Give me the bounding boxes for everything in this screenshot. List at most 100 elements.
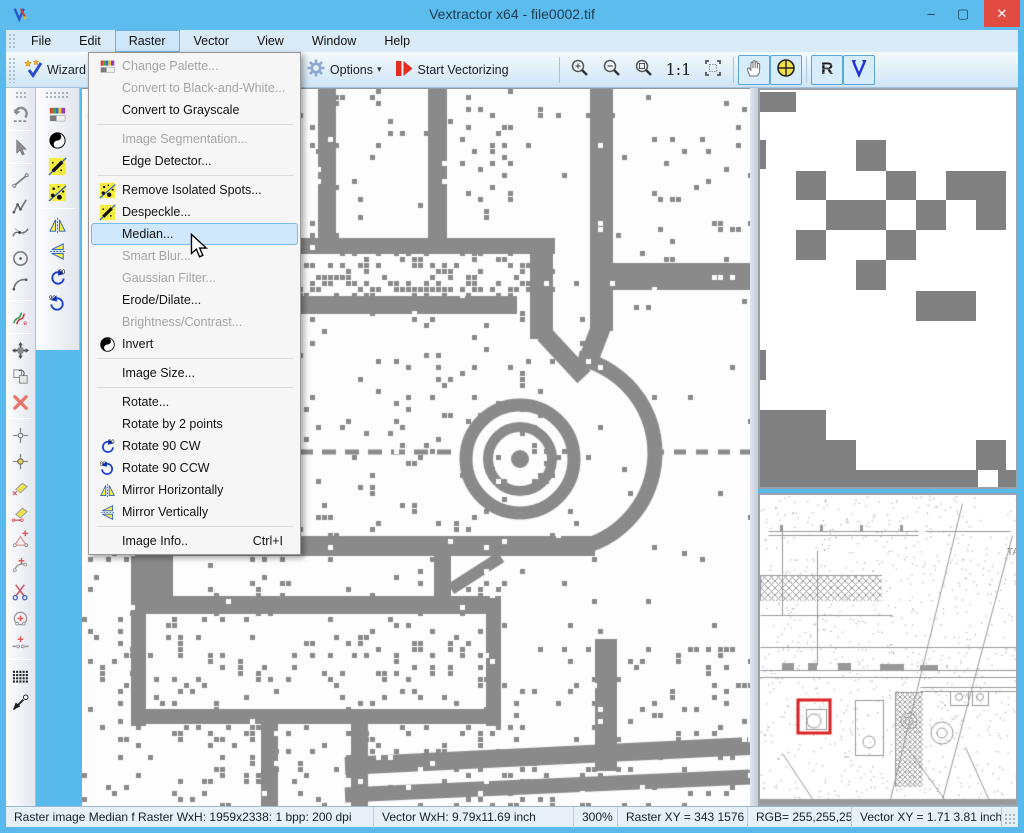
- menu-item-brightness-contrast[interactable]: Brightness/Contrast...: [91, 311, 298, 333]
- menu-item-convert-to-black-and-white[interactable]: Convert to Black-and-White...: [91, 77, 298, 99]
- arc-tool-button[interactable]: [6, 271, 35, 297]
- eraser-line-button[interactable]: [6, 500, 35, 526]
- join-button[interactable]: [6, 630, 35, 656]
- menu-item-mirror-vertically[interactable]: Mirror Vertically: [91, 501, 298, 523]
- close-circle-button[interactable]: [6, 604, 35, 630]
- resize-grip[interactable]: [1004, 813, 1016, 825]
- target-icon: [776, 58, 796, 81]
- overview-panel[interactable]: TA: [758, 493, 1018, 806]
- delete-button[interactable]: [6, 389, 35, 415]
- zoom-1-1-button[interactable]: 1:1: [660, 55, 698, 85]
- status-bar: Raster image Median f Raster WxH: 1959x2…: [6, 806, 1018, 827]
- menu-item-image-size[interactable]: Image Size...: [91, 362, 298, 384]
- add-vertex-button[interactable]: [6, 526, 35, 552]
- close-button[interactable]: ✕: [984, 0, 1020, 27]
- menu-item-label: Smart Blur...: [122, 249, 191, 263]
- eraser-x-button[interactable]: [6, 474, 35, 500]
- mouse-cursor: [188, 233, 210, 259]
- toolbar-separator: [559, 57, 560, 83]
- zoom-pixel-cell: [760, 350, 766, 380]
- menu-item-edge-detector[interactable]: Edge Detector...: [91, 150, 298, 172]
- start-vectorizing-button[interactable]: Start Vectorizing: [388, 55, 515, 85]
- rotate-ccw-button[interactable]: 90: [36, 290, 79, 316]
- menu-item-image-segmentation[interactable]: Image Segmentation...: [91, 128, 298, 150]
- show-vector-button[interactable]: [843, 55, 875, 85]
- zoom-window-button[interactable]: [628, 55, 660, 85]
- menu-item-rotate-90-cw[interactable]: 90Rotate 90 CW: [91, 435, 298, 457]
- pixel-zoom-panel[interactable]: [758, 88, 1018, 489]
- menu-item-change-palette[interactable]: Change Palette...: [91, 55, 298, 77]
- node-target-button[interactable]: [6, 448, 35, 474]
- svg-text:90: 90: [58, 269, 65, 276]
- maximize-button[interactable]: ▢: [948, 0, 978, 28]
- minimize-button[interactable]: –: [916, 0, 946, 28]
- menu-item-mirror-horizontally[interactable]: Mirror Horizontally: [91, 479, 298, 501]
- scissors-button[interactable]: [6, 578, 35, 604]
- panel-splitter[interactable]: [750, 88, 758, 806]
- title-bar[interactable]: Vextractor x64 - file0002.tif – ▢ ✕: [0, 0, 1024, 30]
- pick-button[interactable]: [6, 689, 35, 715]
- menu-item-gaussian-filter[interactable]: Gaussian Filter...: [91, 267, 298, 289]
- zoom-in-button[interactable]: [564, 55, 596, 85]
- curve-button[interactable]: [6, 219, 35, 245]
- menu-item-erode-dilate[interactable]: Erode/Dilate...: [91, 289, 298, 311]
- menu-item-label: Image Info..: [122, 534, 188, 548]
- pan-hand-button[interactable]: [738, 55, 770, 85]
- zoom-pixel-cell: [856, 140, 886, 171]
- menu-item-despeckle[interactable]: Despeckle...: [91, 201, 298, 223]
- menu-item-convert-to-grayscale[interactable]: Convert to Grayscale: [91, 99, 298, 121]
- show-raster-button[interactable]: R: [811, 55, 843, 85]
- menu-item-label: Brightness/Contrast...: [122, 315, 242, 329]
- rotate-cw-button[interactable]: 90: [36, 264, 79, 290]
- overview-text-label: TA: [1007, 547, 1018, 558]
- undo-button[interactable]: [6, 101, 35, 127]
- spots-icon: [92, 182, 122, 199]
- center-view-button[interactable]: [770, 55, 802, 85]
- despeckle-button[interactable]: [36, 153, 79, 179]
- pointer-button[interactable]: [6, 134, 35, 160]
- zoom-window-icon: [634, 58, 654, 81]
- menu-item-shortcut: Ctrl+I: [253, 534, 297, 548]
- menu-item-invert[interactable]: Invert: [91, 333, 298, 355]
- toolbar-separator: [10, 659, 31, 660]
- circle-tool-button[interactable]: [6, 245, 35, 271]
- palette-button[interactable]: [36, 101, 79, 127]
- menu-item-label: Remove Isolated Spots...: [122, 183, 262, 197]
- add-arcpoint-button[interactable]: [6, 552, 35, 578]
- mirror-v-button[interactable]: [36, 238, 79, 264]
- trace-button[interactable]: e: [6, 304, 35, 330]
- menu-item-image-info[interactable]: Image Info.. Ctrl+I: [91, 530, 298, 552]
- raster-r-icon: R: [817, 58, 837, 81]
- menu-vector[interactable]: Vector: [180, 30, 243, 52]
- zoom-fit-button[interactable]: [697, 55, 729, 85]
- menu-item-rotate-by-2-points[interactable]: Rotate by 2 points: [91, 413, 298, 435]
- node-move-button[interactable]: [6, 422, 35, 448]
- wizard-button[interactable]: Wizard: [17, 55, 92, 85]
- polyline-button[interactable]: [6, 193, 35, 219]
- menu-window[interactable]: Window: [298, 30, 370, 52]
- menu-item-rotate-90-ccw[interactable]: 90Rotate 90 CCW: [91, 457, 298, 479]
- menu-help[interactable]: Help: [370, 30, 424, 52]
- menu-item-remove-isolated-spots[interactable]: Remove Isolated Spots...: [91, 179, 298, 201]
- dropdown-caret-icon: ▾: [377, 64, 382, 75]
- menu-file[interactable]: File: [17, 30, 65, 52]
- copy-button[interactable]: [6, 363, 35, 389]
- menu-item-label: Mirror Vertically: [122, 505, 208, 519]
- menu-edit[interactable]: Edit: [65, 30, 115, 52]
- menu-view[interactable]: View: [243, 30, 298, 52]
- grid-dots-button[interactable]: [6, 663, 35, 689]
- invert-button[interactable]: [36, 127, 79, 153]
- spots-button[interactable]: [36, 179, 79, 205]
- menu-item-label: Rotate by 2 points: [122, 417, 223, 431]
- line-button[interactable]: [6, 167, 35, 193]
- move-button[interactable]: [6, 337, 35, 363]
- options-button[interactable]: Options▾: [300, 55, 388, 85]
- wizard-button-label: Wizard: [47, 63, 86, 77]
- zoom-pixel-cell: [946, 171, 1006, 200]
- menu-item-label: Rotate...: [122, 395, 169, 409]
- menu-item-rotate[interactable]: Rotate...: [91, 391, 298, 413]
- mirror-h-button[interactable]: [36, 212, 79, 238]
- zoom-out-button[interactable]: [596, 55, 628, 85]
- menu-separator: [97, 358, 294, 359]
- menu-raster[interactable]: Raster: [115, 30, 180, 52]
